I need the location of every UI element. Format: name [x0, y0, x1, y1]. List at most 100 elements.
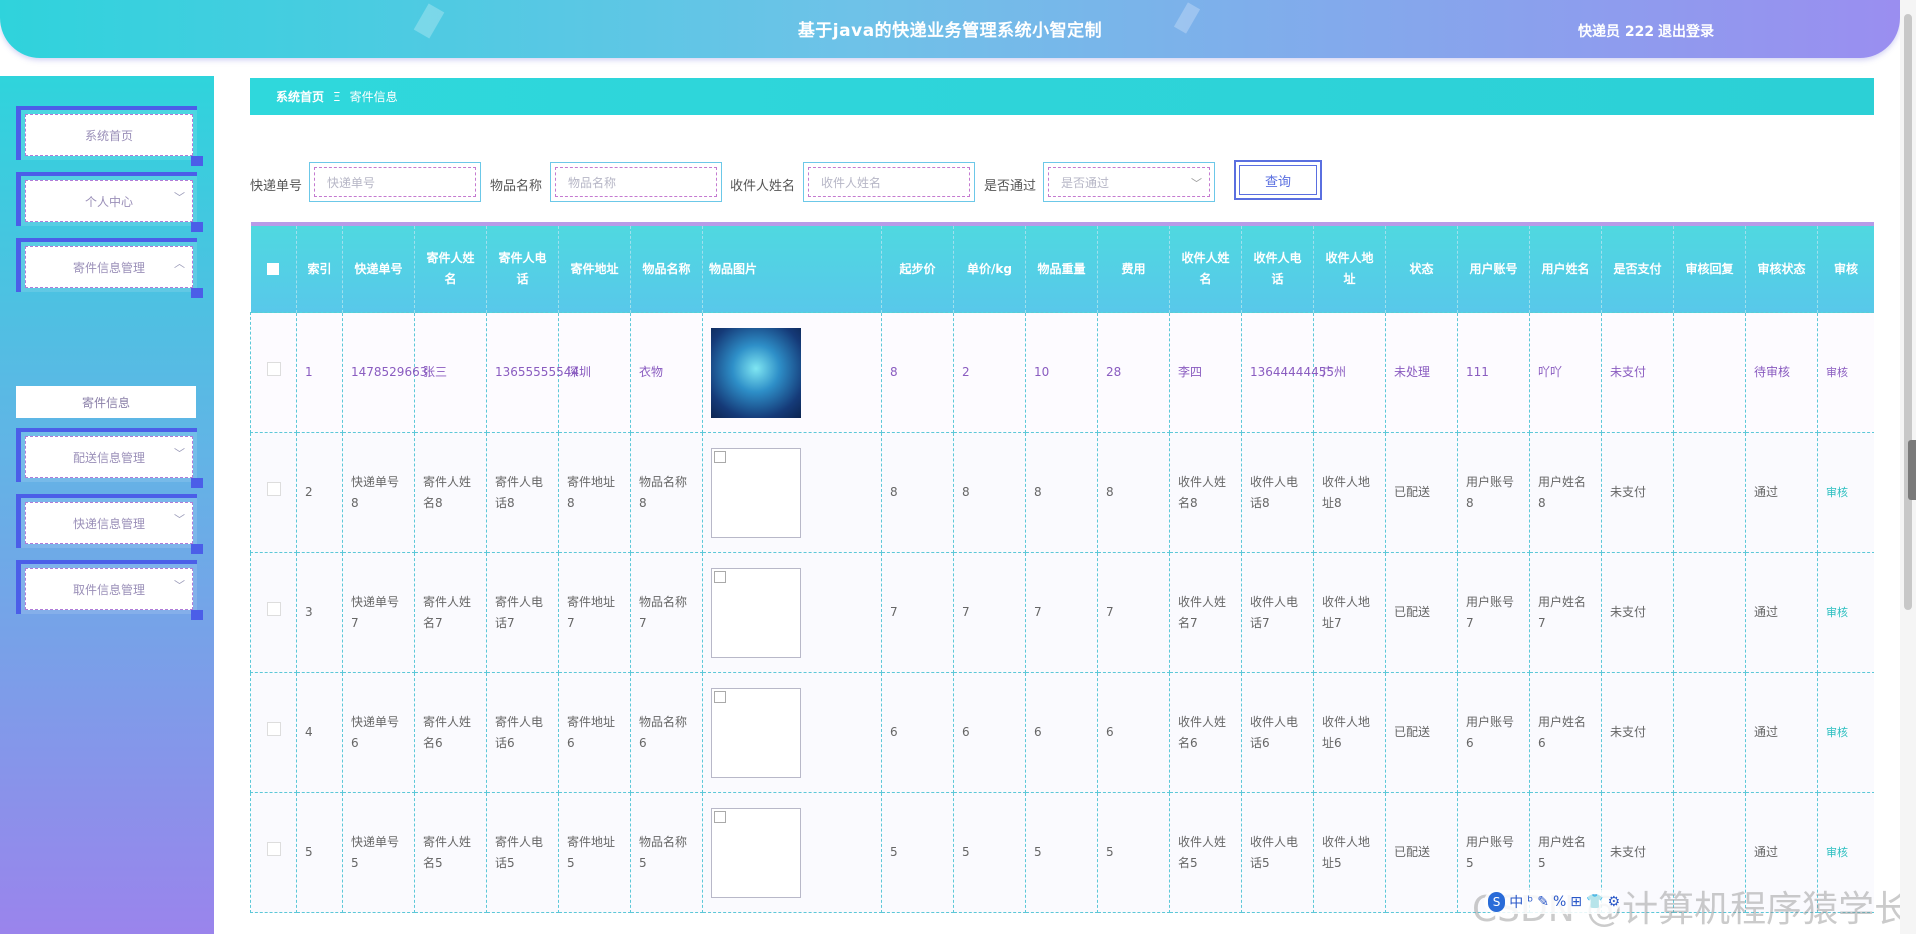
column-header: 收件人姓名: [1169, 222, 1242, 313]
audit-button[interactable]: 审核: [1817, 552, 1874, 673]
settings-icon[interactable]: ⚙: [1607, 894, 1620, 910]
table-cell-weight: 8: [1025, 432, 1098, 553]
table-cell-recv: 收件人姓名7: [1169, 552, 1242, 673]
table-cell-sphone: 寄件人电话5: [486, 792, 559, 913]
sidebar-item-profile[interactable]: 个人中心 ﹀: [16, 172, 203, 232]
side-widget[interactable]: [1908, 440, 1916, 500]
table-cell-status: 已配送: [1385, 432, 1458, 553]
table-cell-item: 物品名称5: [630, 792, 703, 913]
table-cell-fee: 28: [1097, 312, 1170, 433]
search-label-item-name: 物品名称: [490, 179, 543, 194]
ime-button[interactable]: 中: [1509, 892, 1523, 912]
keyboard-icon[interactable]: ⊞: [1570, 894, 1582, 910]
table-cell-sphone: 寄件人电话6: [486, 672, 559, 793]
table-cell-sender: 寄件人姓名6: [414, 672, 487, 793]
pencil-icon[interactable]: ✎: [1537, 894, 1549, 910]
row-select-cell[interactable]: [250, 432, 297, 553]
recipient-name-input[interactable]: 收件人姓名: [803, 162, 975, 202]
row-select-cell[interactable]: [250, 792, 297, 913]
table-cell-idx: 4: [296, 672, 343, 793]
audit-button[interactable]: 审核: [1817, 432, 1874, 553]
broken-image-icon: [711, 567, 801, 658]
breadcrumb: 系统首页 Ξ 寄件信息: [250, 78, 1874, 115]
table-cell-uname: 吖吖: [1529, 312, 1602, 433]
column-header: 起步价: [881, 222, 954, 313]
row-select-cell[interactable]: [250, 672, 297, 793]
placeholder-text: 快递单号: [327, 175, 376, 190]
table-cell-weight: 5: [1025, 792, 1098, 913]
item-image-cell: [702, 552, 882, 673]
skin-icon[interactable]: 👕: [1586, 894, 1603, 910]
sidebar-item-delivery-management[interactable]: 配送信息管理 ﹀: [16, 428, 203, 488]
table-cell-weight: 7: [1025, 552, 1098, 673]
sidebar-item-label: 快递信息管理: [72, 516, 145, 531]
table-cell-raddr: 收件人地址7: [1313, 552, 1386, 673]
column-header: 索引: [296, 222, 343, 313]
submenu-shipment-info[interactable]: 寄件信息: [16, 386, 196, 418]
row-select-cell[interactable]: [250, 312, 297, 433]
logout-link[interactable]: 退出登录: [1658, 21, 1714, 41]
row-checkbox[interactable]: [266, 842, 281, 856]
table-cell-no: 快递单号8: [342, 432, 415, 553]
column-header: 寄件人电话: [486, 222, 559, 313]
row-checkbox[interactable]: [266, 722, 281, 736]
chevron-down-icon: ﹀: [174, 447, 185, 460]
column-header: 是否支付: [1601, 222, 1674, 313]
table-cell-unit: 8: [953, 432, 1026, 553]
table-cell-unit: 5: [953, 792, 1026, 913]
placeholder-text: 是否通过: [1061, 175, 1110, 190]
sidebar-item-express-management[interactable]: 快递信息管理 ﹀: [16, 494, 203, 554]
table-cell-start: 8: [881, 432, 954, 553]
current-user: 快递员 222: [1578, 24, 1655, 40]
table-cell-status: 已配送: [1385, 792, 1458, 913]
table-cell-fee: 7: [1097, 552, 1170, 673]
table-cell-start: 7: [881, 552, 954, 673]
table-cell-account: 用户账号7: [1457, 552, 1530, 673]
table-cell-idx: 2: [296, 432, 343, 553]
table-cell-item: 物品名称6: [630, 672, 703, 793]
search-button[interactable]: 查询: [1234, 160, 1322, 200]
table-cell-sender: 寄件人姓名5: [414, 792, 487, 913]
broken-image-icon: [711, 807, 801, 898]
item-name-input[interactable]: 物品名称: [550, 162, 722, 202]
table-cell-sphone: 13655555544: [486, 312, 579, 433]
table-cell-uname: 用户姓名8: [1529, 432, 1602, 553]
table-row: 3 快递单号7 寄件人姓名7 寄件人电话7 寄件地址7 物品名称7 7 7 7 7 收件人姓名7 收件…: [250, 552, 1874, 673]
item-image-cell: [702, 792, 882, 913]
table-cell-fee: 5: [1097, 792, 1170, 913]
table-cell-sphone: 寄件人电话7: [486, 552, 559, 673]
audit-button[interactable]: 审核: [1817, 312, 1874, 433]
row-checkbox[interactable]: [266, 602, 281, 616]
ime-toolbar[interactable]: S 中 ᵇ ✎ % ⊞ 👕 ⚙: [1484, 890, 1620, 914]
table-cell-idx: 5: [296, 792, 343, 913]
table-cell-paid: 未支付: [1601, 552, 1674, 673]
table-cell-raddr: 收件人地址6: [1313, 672, 1386, 793]
vertical-scrollbar[interactable]: [1900, 0, 1916, 934]
sidebar-item-label: 取件信息管理: [72, 582, 145, 597]
column-header: 审核状态: [1745, 222, 1818, 313]
row-checkbox[interactable]: [266, 362, 281, 376]
row-select-cell[interactable]: [250, 552, 297, 673]
chevron-up-icon: ︿: [174, 257, 185, 270]
tracking-no-input[interactable]: 快递单号: [309, 162, 481, 202]
table-cell-weight: 6: [1025, 672, 1098, 793]
table-cell-recv: 收件人姓名5: [1169, 792, 1242, 913]
select-all-header[interactable]: [250, 222, 297, 313]
table-cell-saddr: 深圳: [558, 312, 631, 433]
sidebar-item-shipment-management[interactable]: 寄件信息管理 ︿: [16, 238, 203, 298]
table-cell-start: 6: [881, 672, 954, 793]
breadcrumb-home[interactable]: 系统首页: [276, 88, 324, 105]
ime-button[interactable]: %: [1553, 894, 1566, 910]
sidebar-item-home[interactable]: 系统首页: [16, 106, 203, 166]
ime-button[interactable]: ᵇ: [1527, 894, 1533, 910]
approved-select[interactable]: 是否通过 ﹀: [1043, 162, 1215, 202]
select-all-checkbox[interactable]: [267, 263, 280, 275]
table-cell-unit: 7: [953, 552, 1026, 673]
scrollbar-thumb[interactable]: [1904, 14, 1912, 610]
table-cell-start: 5: [881, 792, 954, 913]
table-cell-rphone: 收件人电话7: [1241, 552, 1314, 673]
audit-button[interactable]: 审核: [1817, 672, 1874, 793]
sidebar-item-pickup-management[interactable]: 取件信息管理 ﹀: [16, 560, 203, 620]
row-checkbox[interactable]: [266, 482, 281, 496]
table-cell-rphone: 13644444455: [1241, 312, 1334, 433]
